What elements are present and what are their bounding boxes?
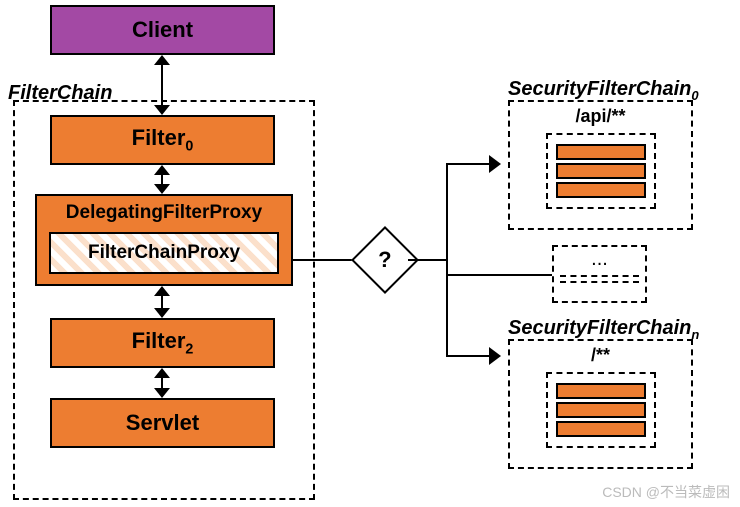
servlet-box: Servlet: [50, 398, 275, 448]
filter-chain-proxy-box: FilterChainProxy: [49, 232, 279, 274]
sfcn-filters: [546, 372, 656, 448]
ellipsis-label: ...: [554, 248, 645, 271]
servlet-label: Servlet: [126, 410, 199, 436]
filter2-box: Filter2: [50, 318, 275, 368]
ellipsis-dashline: [560, 275, 639, 283]
mini-filter-bar: [556, 163, 646, 179]
mini-filter-bar: [556, 421, 646, 437]
connector-to-ellipsis: [446, 274, 552, 276]
sfc0-box: /api/**: [508, 100, 693, 230]
client-box: Client: [50, 5, 275, 55]
connector-decision-branch: [408, 259, 448, 261]
client-label: Client: [132, 17, 193, 43]
watermark: CSDN @不当菜虚困: [602, 482, 730, 502]
arrowhead-sfc0: [491, 157, 501, 171]
decision-label: ?: [378, 247, 391, 273]
filter0-label: Filter0: [132, 125, 194, 154]
fcp-label: FilterChainProxy: [88, 242, 240, 264]
sfc0-path: /api/**: [510, 102, 691, 127]
arrow-filter0-delegating: [154, 165, 170, 194]
connector-to-sfc0: [446, 163, 491, 165]
arrowhead-sfcn: [491, 349, 501, 363]
connector-to-sfcn: [446, 355, 491, 357]
filter0-box: Filter0: [50, 115, 275, 165]
arrow-delegating-filter2: [154, 286, 170, 318]
sfc0-filters: [546, 133, 656, 209]
mini-filter-bar: [556, 383, 646, 399]
sfcn-box: /**: [508, 339, 693, 469]
mini-filter-bar: [556, 144, 646, 160]
mini-filter-bar: [556, 402, 646, 418]
mini-filter-bar: [556, 182, 646, 198]
connector-vertical: [446, 163, 448, 357]
delegating-label: DelegatingFilterProxy: [66, 202, 262, 224]
arrow-filter2-servlet: [154, 368, 170, 398]
filter2-label: Filter2: [132, 328, 194, 357]
delegating-filter-proxy-box: DelegatingFilterProxy FilterChainProxy: [35, 194, 293, 286]
sfcn-path: /**: [510, 341, 691, 366]
ellipsis-box: ...: [552, 245, 647, 303]
